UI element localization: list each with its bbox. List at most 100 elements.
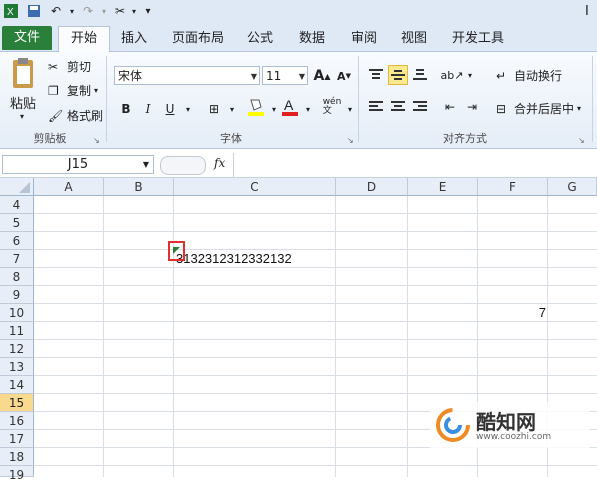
row-header-selected[interactable]: 15 [0,394,34,412]
gridline [34,357,597,358]
cut-button[interactable]: ✂ 剪切 [48,58,91,75]
paste-button[interactable]: 粘贴 [10,93,36,112]
column-header-e[interactable]: E [408,178,478,196]
tab-page-layout[interactable]: 页面布局 [166,27,230,50]
decrease-indent-icon[interactable]: ⇤ [440,97,460,117]
clipboard-launcher-icon[interactable]: ↘ [93,136,100,145]
save-icon[interactable] [26,3,42,19]
error-indicator-highlight [168,241,185,261]
row-header[interactable]: 19 [0,466,34,482]
column-header-f[interactable]: F [478,178,548,196]
formula-expand-handle[interactable] [160,156,206,175]
underline-dropdown-icon[interactable]: ▾ [178,99,198,119]
row-header[interactable]: 9 [0,286,34,304]
row-header[interactable]: 17 [0,430,34,448]
tab-developer[interactable]: 开发工具 [446,27,510,50]
tab-file[interactable]: 文件 [2,26,52,50]
undo-icon[interactable]: ↶ [48,3,64,19]
font-name-value: 宋体 [118,69,143,83]
font-name-combo[interactable]: 宋体 ▼ [114,66,260,85]
orientation-icon[interactable]: ab↗ [441,65,464,85]
tab-data[interactable]: 数据 [292,27,332,50]
name-box-value: J15 [67,157,89,172]
paste-dropdown-icon[interactable]: ▾ [20,112,24,121]
row-header[interactable]: 18 [0,448,34,466]
font-color-dropdown-icon[interactable]: ▾ [298,99,318,119]
tab-insert[interactable]: 插入 [112,27,156,50]
align-center-icon[interactable] [388,97,408,117]
tab-review[interactable]: 审阅 [344,27,384,50]
row-header[interactable]: 6 [0,232,34,250]
align-right-icon[interactable] [410,97,430,117]
merge-center-button[interactable]: ⊟ 合并后居中 ▾ [496,100,581,117]
phonetic-dropdown-icon[interactable]: ▾ [340,99,360,119]
row-header[interactable]: 4 [0,196,34,214]
shrink-font-icon[interactable]: A ▼ [334,66,354,86]
row-header[interactable]: 11 [0,322,34,340]
column-header-c[interactable]: C [174,178,336,196]
format-painter-label: 格式刷 [67,109,104,123]
paste-icon[interactable] [8,56,38,92]
copy-icon: ❐ [48,83,59,98]
name-box[interactable]: J15 ▼ [2,155,154,174]
row-header[interactable]: 13 [0,358,34,376]
align-bottom-icon[interactable] [410,65,430,85]
row-header[interactable]: 12 [0,340,34,358]
phonetic-icon[interactable]: wén 文 [322,97,342,117]
tab-home[interactable]: 开始 [58,26,110,52]
row-header[interactable]: 16 [0,412,34,430]
column-header-a[interactable]: A [34,178,104,196]
customize-qat-icon[interactable]: ▾ [140,3,156,19]
cell-c7[interactable]: 3132312312332132 [176,250,292,268]
tab-formulas[interactable]: 公式 [240,27,280,50]
font-size-combo[interactable]: 11 ▼ [262,66,308,85]
copy-button[interactable]: ❐ 复制 ▾ [48,82,98,99]
tab-view[interactable]: 视图 [394,27,434,50]
increase-indent-icon[interactable]: ⇥ [462,97,482,117]
brush-icon: 🖌 [48,108,64,123]
italic-button[interactable]: I [138,99,158,119]
row-header[interactable]: 14 [0,376,34,394]
column-header-d[interactable]: D [336,178,408,196]
bold-button[interactable]: B [116,99,136,119]
column-header-b[interactable]: B [104,178,174,196]
chevron-down-icon: ▼ [298,72,305,81]
column-header-g[interactable]: G [548,178,597,196]
undo-dropdown-icon[interactable]: ▾ [64,3,80,19]
select-all-corner[interactable] [0,178,34,196]
format-painter-button[interactable]: 🖌 格式刷 [48,107,103,124]
redo-icon[interactable]: ↷ [80,3,96,19]
gridline [34,465,597,466]
arrow-up-icon: ▲ [324,71,331,81]
cut-label: 剪切 [67,60,92,74]
align-middle-icon[interactable] [388,65,408,85]
gridline [34,213,597,214]
cell-f10[interactable]: 7 [478,304,546,322]
alignment-launcher-icon[interactable]: ↘ [578,136,585,145]
formula-input[interactable] [238,155,594,175]
excel-logo-icon[interactable]: X [3,3,19,19]
wrap-text-icon: ↵ [496,68,507,83]
border-dropdown-icon[interactable]: ▾ [222,99,242,119]
align-top-icon[interactable] [366,65,386,85]
font-launcher-icon[interactable]: ↘ [347,136,354,145]
spreadsheet-grid[interactable]: A B C D E F G 4 5 6 7 8 9 10 11 12 13 14… [0,178,597,482]
orientation-dropdown-icon[interactable]: ▾ [460,65,480,85]
insert-function-icon[interactable]: fx [214,156,225,170]
align-left-icon[interactable] [366,97,386,117]
row-header[interactable]: 10 [0,304,34,322]
chevron-down-icon: ▼ [142,160,149,169]
border-icon[interactable]: ⊞ [204,99,224,119]
row-header[interactable]: 5 [0,214,34,232]
row-header[interactable]: 7 [0,250,34,268]
fill-color-icon[interactable] [246,97,266,117]
wrap-text-button[interactable]: ↵ 自动换行 [496,67,562,84]
gridline [103,196,104,477]
font-color-icon[interactable]: A [280,97,300,117]
gridline [34,231,597,232]
row-header[interactable]: 8 [0,268,34,286]
redo-dropdown-icon[interactable]: ▾ [96,3,112,19]
grow-font-icon[interactable]: A ▲ [312,66,332,86]
gridline [34,267,597,268]
underline-button[interactable]: U [160,99,180,119]
